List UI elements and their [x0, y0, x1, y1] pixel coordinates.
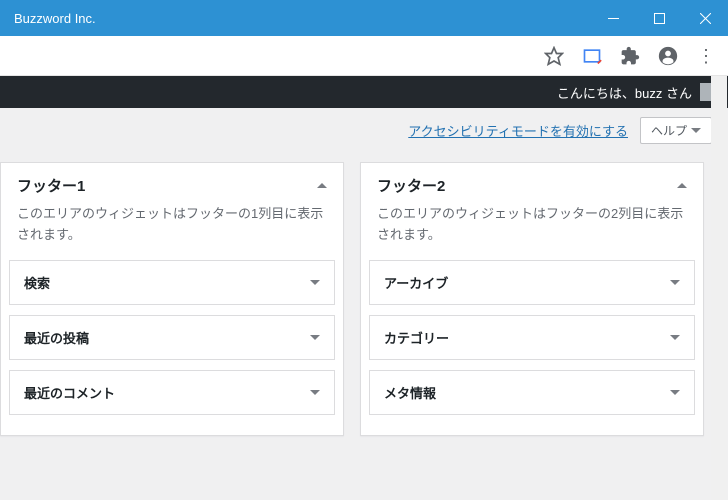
footer1-description: このエリアのウィジェットはフッターの1列目に表示されます。: [1, 204, 343, 260]
help-label: ヘルプ: [651, 122, 687, 139]
admin-greeting: こんにちは、buzz さん: [557, 83, 692, 102]
footer1-panel-header[interactable]: フッター1: [1, 163, 343, 204]
footer2-widget-list: アーカイブ カテゴリー メタ情報: [361, 260, 703, 435]
chevron-down-icon: [670, 280, 680, 285]
kebab-menu-icon[interactable]: ⋮: [690, 40, 722, 72]
widget-item-label: 最近の投稿: [24, 328, 310, 347]
extensions-icon[interactable]: [614, 40, 646, 72]
chevron-up-icon: [677, 183, 687, 188]
widget-item-recent-comments[interactable]: 最近のコメント: [9, 370, 335, 415]
window-maximize-button[interactable]: [636, 0, 682, 36]
footer2-panel-header[interactable]: フッター2: [361, 163, 703, 204]
window-minimize-button[interactable]: [590, 0, 636, 36]
wp-admin-bar: こんにちは、buzz さん: [0, 76, 728, 108]
widget-areas-content: フッター1 このエリアのウィジェットはフッターの1列目に表示されます。 検索 最…: [0, 152, 728, 452]
window-title: Buzzword Inc.: [14, 11, 96, 26]
footer2-description: このエリアのウィジェットはフッターの2列目に表示されます。: [361, 204, 703, 260]
chevron-up-icon: [317, 183, 327, 188]
footer2-title: フッター2: [377, 175, 677, 196]
screenshot-icon[interactable]: [576, 40, 608, 72]
browser-toolbar: ⋮: [0, 36, 728, 76]
vertical-scrollbar[interactable]: [711, 76, 727, 500]
help-button[interactable]: ヘルプ: [640, 117, 712, 144]
chevron-down-icon: [310, 390, 320, 395]
widget-item-archive[interactable]: アーカイブ: [369, 260, 695, 305]
chevron-down-icon: [310, 280, 320, 285]
chevron-down-icon: [670, 390, 680, 395]
widget-item-meta[interactable]: メタ情報: [369, 370, 695, 415]
footer2-panel: フッター2 このエリアのウィジェットはフッターの2列目に表示されます。 アーカイ…: [360, 162, 704, 436]
widget-item-label: アーカイブ: [384, 273, 670, 292]
window-close-button[interactable]: [682, 0, 728, 36]
footer1-title: フッター1: [17, 175, 317, 196]
widget-item-search[interactable]: 検索: [9, 260, 335, 305]
widget-item-label: 検索: [24, 273, 310, 292]
chevron-down-icon: [670, 335, 680, 340]
widget-item-category[interactable]: カテゴリー: [369, 315, 695, 360]
footer1-widget-list: 検索 最近の投稿 最近のコメント: [1, 260, 343, 435]
accessibility-mode-link[interactable]: アクセシビリティモードを有効にする: [408, 121, 628, 140]
profile-icon[interactable]: [652, 40, 684, 72]
star-icon[interactable]: [538, 40, 570, 72]
widget-item-label: カテゴリー: [384, 328, 670, 347]
chevron-down-icon: [310, 335, 320, 340]
widget-item-recent-posts[interactable]: 最近の投稿: [9, 315, 335, 360]
widget-item-label: 最近のコメント: [24, 383, 310, 402]
footer1-panel: フッター1 このエリアのウィジェットはフッターの1列目に表示されます。 検索 最…: [0, 162, 344, 436]
chevron-down-icon: [691, 128, 701, 133]
widget-item-label: メタ情報: [384, 383, 670, 402]
subheader: アクセシビリティモードを有効にする ヘルプ: [0, 108, 728, 152]
window-titlebar: Buzzword Inc.: [0, 0, 728, 36]
